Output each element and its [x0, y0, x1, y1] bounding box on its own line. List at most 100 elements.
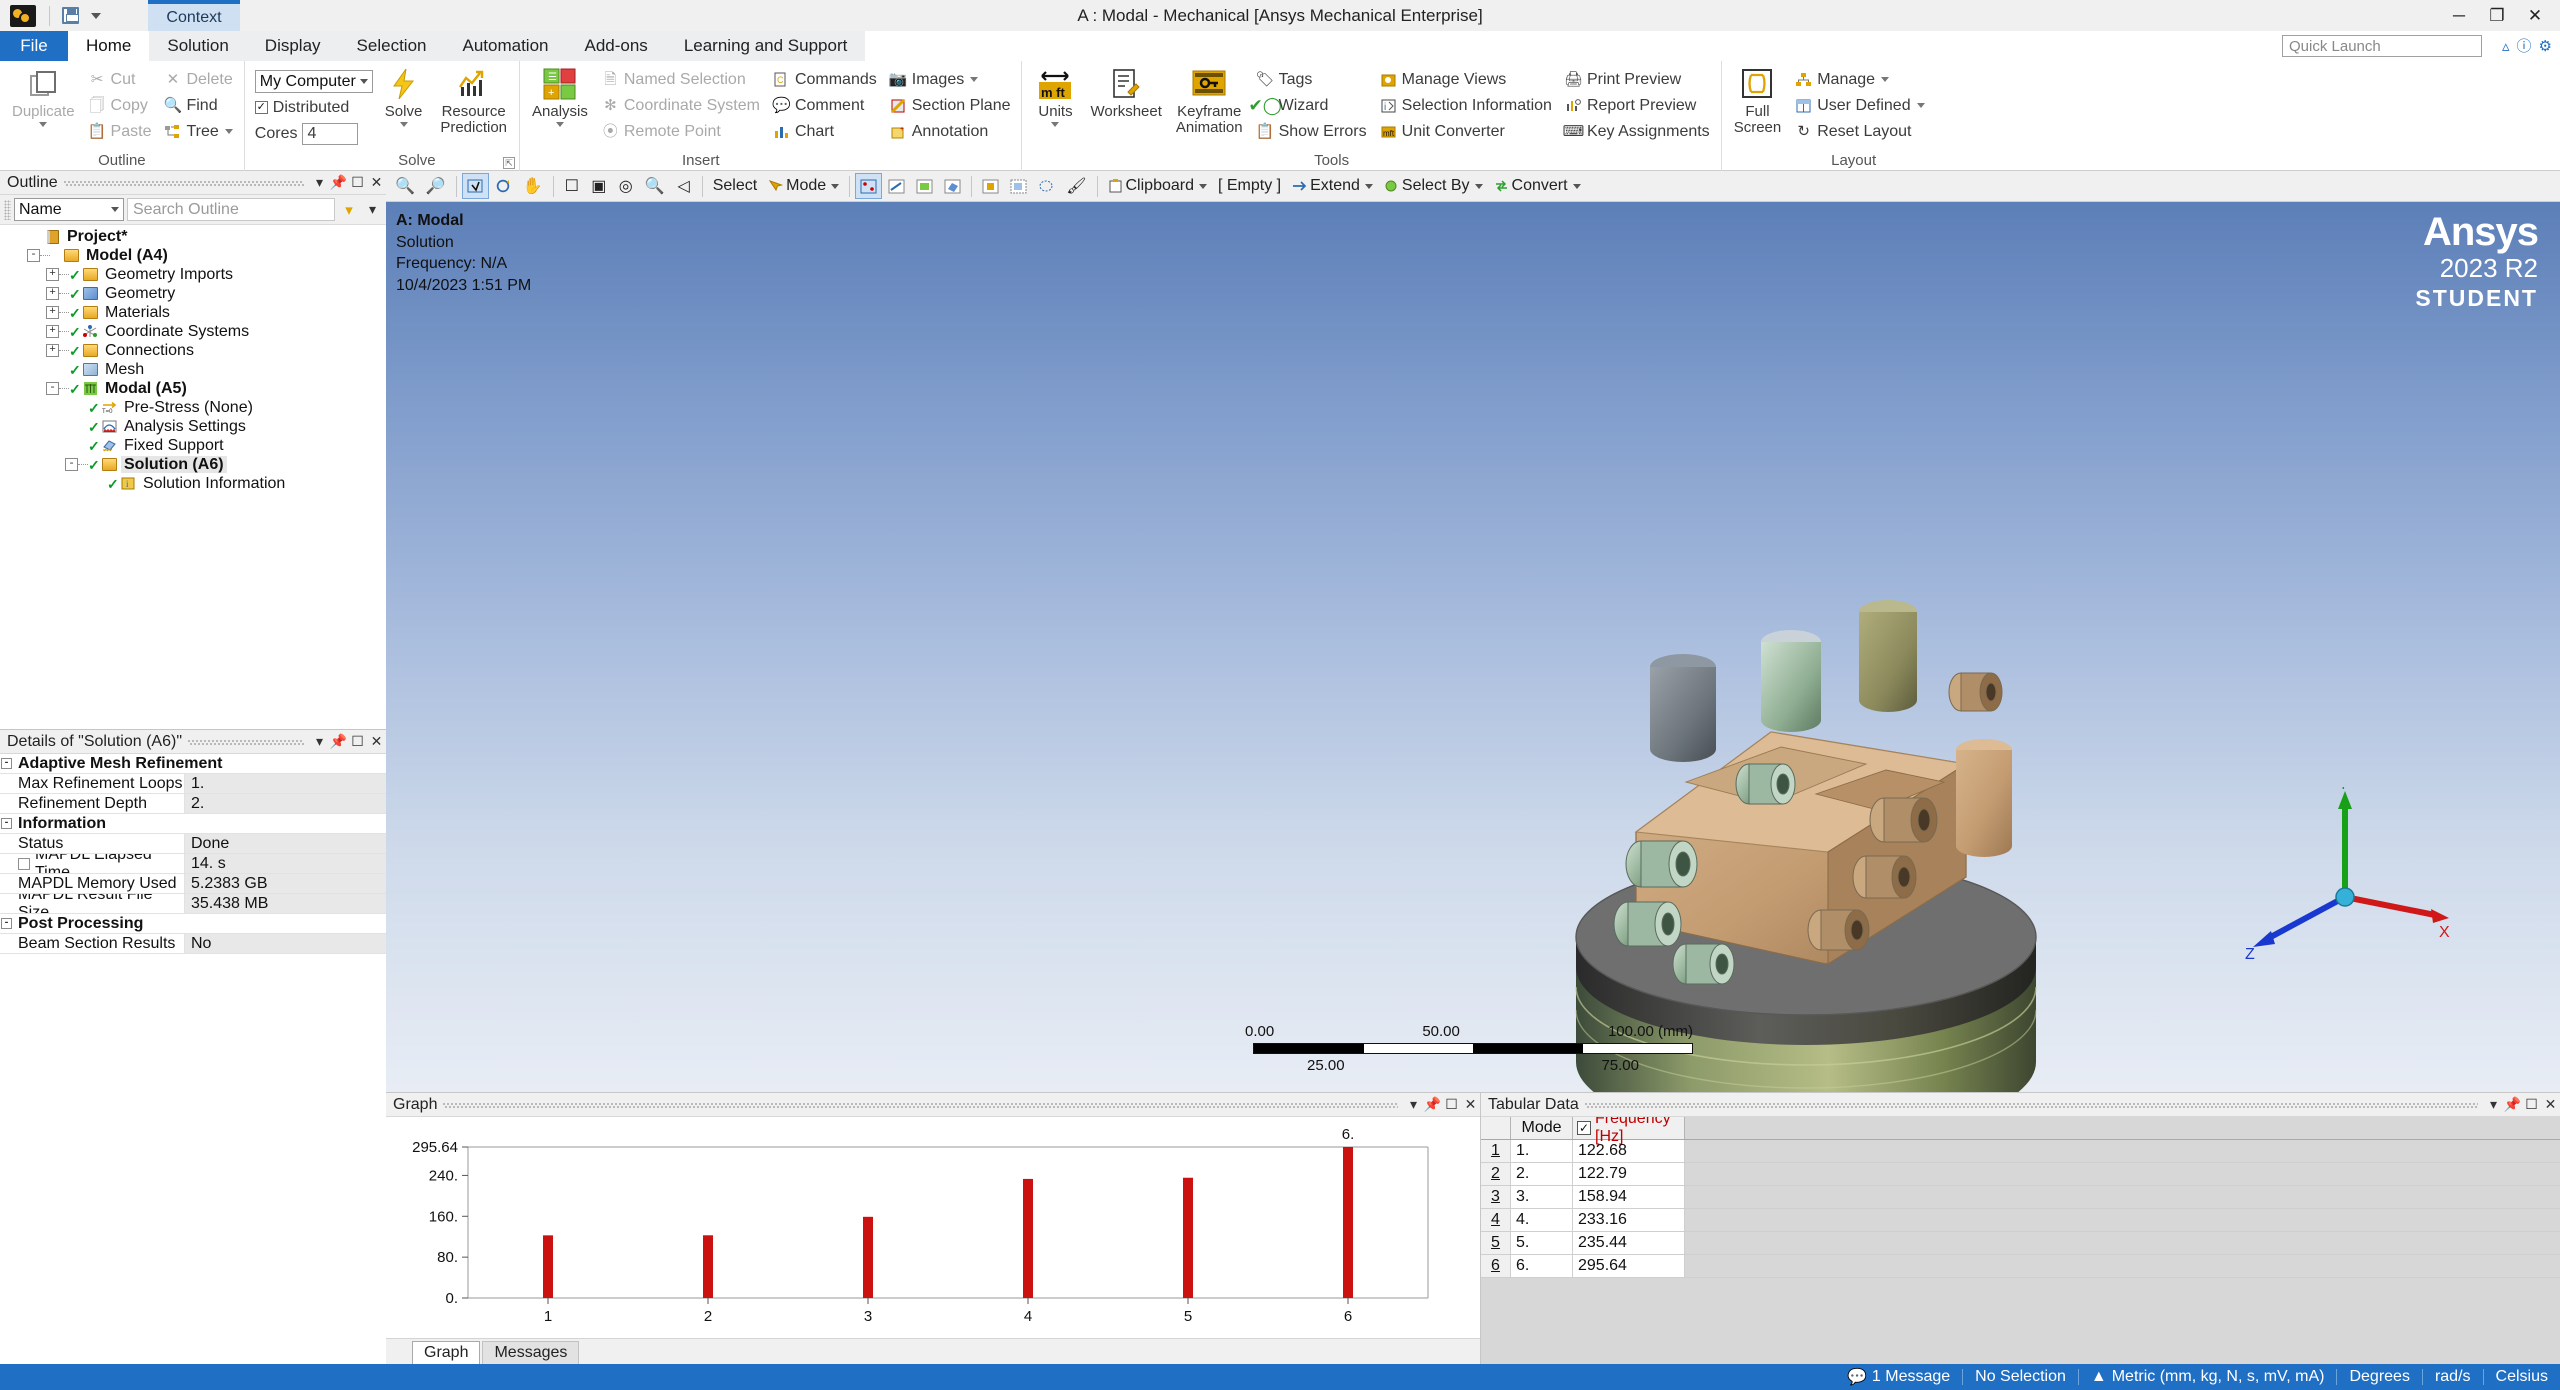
table-cell-frequency[interactable]: 122.68 [1573, 1140, 1685, 1162]
table-row[interactable]: 3 3. 158.94 [1481, 1186, 2560, 1209]
images-button[interactable]: 📷 Images [884, 67, 1016, 92]
details-property-row[interactable]: MAPDL Result File Size 35.438 MB [0, 894, 386, 914]
magnifier-icon[interactable]: 🔍 [640, 173, 670, 199]
tab-automation[interactable]: Automation [444, 31, 567, 61]
outline-tree[interactable]: Project* - Model (A4) + ✓ Geometry Imports + ✓ G… [0, 225, 386, 729]
details-group-expander-icon[interactable]: - [1, 818, 12, 829]
outline-tree-item[interactable]: - Model (A4) [0, 246, 386, 265]
details-table[interactable]: - Adaptive Mesh Refinement Max Refinement … [0, 754, 386, 1364]
details-property-value[interactable]: No [185, 934, 386, 953]
copy-button[interactable]: 🗍 Copy [83, 93, 157, 118]
tabular-grid[interactable]: Mode ✓ Frequency [Hz] 1 1. 122.68 2 2. 122.79… [1481, 1117, 2560, 1364]
graph-maximize-icon[interactable]: ☐ [1442, 1094, 1461, 1116]
table-row[interactable]: 1 1. 122.68 [1481, 1140, 2560, 1163]
table-cell-frequency[interactable]: 235.44 [1573, 1232, 1685, 1254]
details-property-value[interactable]: 2. [185, 794, 386, 813]
wizard-button[interactable]: ✔◯ Wizard [1248, 93, 1372, 118]
table-cell-mode[interactable]: 2. [1511, 1163, 1573, 1185]
details-property-value[interactable]: 5.2383 GB [185, 874, 386, 893]
maximize-button[interactable]: ❐ [2478, 0, 2516, 31]
tab-display[interactable]: Display [246, 31, 339, 61]
outline-tree-item[interactable]: + ✓ Connections [0, 341, 386, 360]
rotate-icon[interactable] [490, 173, 517, 199]
outline-pin-icon[interactable]: 📌 [329, 172, 348, 194]
details-property-checkbox[interactable] [18, 857, 30, 870]
chart-bar[interactable] [703, 1235, 713, 1298]
chart-bar[interactable] [543, 1235, 553, 1298]
cad-model[interactable] [1566, 532, 2126, 1092]
pan-icon[interactable]: ✋ [518, 173, 548, 199]
tab-selection[interactable]: Selection [338, 31, 445, 61]
box-zoom-icon[interactable]: ▣ [586, 173, 612, 199]
outline-tree-item[interactable]: + ✓ Geometry [0, 284, 386, 303]
tab-graph[interactable]: Graph [412, 1341, 481, 1364]
cut-button[interactable]: ✂ Cut [83, 67, 157, 92]
outline-tree-item[interactable]: ✓ Analysis Settings [0, 417, 386, 436]
details-property-row[interactable]: Status Done [0, 834, 386, 854]
chart-bar[interactable] [1183, 1177, 1193, 1298]
status-units[interactable]: ▲ Metric (mm, kg, N, s, mV, mA) [2079, 1364, 2337, 1390]
previous-view-icon[interactable]: ◁ [671, 173, 697, 199]
tab-solution[interactable]: Solution [149, 31, 247, 61]
manage-views-button[interactable]: Manage Views [1374, 67, 1557, 92]
tab-file[interactable]: File [0, 31, 68, 61]
details-property-value[interactable]: 14. s [185, 854, 386, 873]
solve-button[interactable]: Solve [379, 65, 429, 149]
select-label[interactable]: Select [708, 173, 762, 199]
analysis-button[interactable]: ☰ + Analysis [526, 65, 594, 149]
zoom-out-icon[interactable]: 🔎 [421, 173, 451, 199]
chart-button[interactable]: Chart [767, 119, 882, 144]
details-menu-icon[interactable]: ▾ [310, 731, 329, 753]
find-button[interactable]: 🔍 Find [158, 93, 237, 118]
table-row[interactable]: 4 4. 233.16 [1481, 1209, 2560, 1232]
convert-button[interactable]: Convert [1489, 173, 1586, 199]
minimize-button[interactable]: ─ [2440, 0, 2478, 31]
face-select-icon[interactable] [911, 173, 938, 199]
details-group-expander-icon[interactable]: - [1, 758, 12, 769]
zoom-to-fit-icon[interactable]: ◎ [613, 173, 639, 199]
named-selection-button[interactable]: 🗎 Named Selection [596, 67, 765, 92]
outline-close-icon[interactable]: ✕ [367, 172, 386, 194]
details-property-value[interactable]: Done [185, 834, 386, 853]
graph-close-icon[interactable]: ✕ [1461, 1094, 1480, 1116]
details-property-value[interactable]: 35.438 MB [185, 894, 386, 913]
table-cell-mode[interactable]: 4. [1511, 1209, 1573, 1231]
print-preview-button[interactable]: 🖨 Print Preview [1559, 67, 1715, 92]
tab-add-ons[interactable]: Add-ons [566, 31, 666, 61]
manage-layout-button[interactable]: Manage [1789, 67, 1929, 92]
table-row[interactable]: 5 5. 235.44 [1481, 1232, 2560, 1255]
outline-more-icon[interactable]: ▾ [363, 199, 382, 221]
duplicate-button[interactable]: Duplicate [6, 65, 81, 149]
solve-settings-dialog-launcher[interactable]: ⇱ [503, 157, 516, 169]
vertex-select-icon[interactable] [855, 173, 883, 199]
table-cell-mode[interactable]: 3. [1511, 1186, 1573, 1208]
paint-select-icon[interactable]: 🖌 [1061, 173, 1091, 199]
table-cell-mode[interactable]: 6. [1511, 1255, 1573, 1277]
coordinate-system-button[interactable]: ✻ Coordinate System [596, 93, 765, 118]
tabular-maximize-icon[interactable]: ☐ [2522, 1094, 2541, 1116]
key-assignments-button[interactable]: ⌨ Key Assignments [1559, 119, 1715, 144]
table-row[interactable]: 6 6. 295.64 [1481, 1255, 2560, 1278]
outline-tree-item[interactable]: + ✓ Coordinate Systems [0, 322, 386, 341]
clipboard-button[interactable]: Clipboard [1103, 173, 1212, 199]
select-mode-box-icon[interactable] [461, 173, 489, 199]
commands-button[interactable]: C Commands [767, 67, 882, 92]
details-property-row[interactable]: Max Refinement Loops 1. [0, 774, 386, 794]
full-screen-button[interactable]: Full Screen [1728, 65, 1788, 149]
details-group-expander-icon[interactable]: - [1, 918, 12, 929]
tags-button[interactable]: 🏷 Tags [1251, 67, 1372, 92]
table-cell-frequency[interactable]: 233.16 [1573, 1209, 1685, 1231]
tab-home[interactable]: Home [68, 31, 150, 61]
details-close-icon[interactable]: ✕ [367, 731, 386, 753]
report-preview-button[interactable]: Report Preview [1559, 93, 1715, 118]
table-cell-frequency[interactable]: 158.94 [1573, 1186, 1685, 1208]
qat-chevron-down-icon[interactable] [83, 3, 109, 29]
details-property-row[interactable]: MAPDL Memory Used 5.2383 GB [0, 874, 386, 894]
user-defined-button[interactable]: User Defined [1789, 93, 1929, 118]
outline-menu-icon[interactable]: ▾ [310, 172, 329, 194]
search-outline-input[interactable]: Search Outline [127, 198, 335, 221]
worksheet-button[interactable]: Worksheet [1084, 65, 1167, 149]
graphics-viewport[interactable]: A: Modal Solution Frequency: N/A 10/4/20… [386, 202, 2560, 1092]
tree-expander-icon[interactable]: + [46, 306, 59, 319]
tabular-close-icon[interactable]: ✕ [2541, 1094, 2560, 1116]
